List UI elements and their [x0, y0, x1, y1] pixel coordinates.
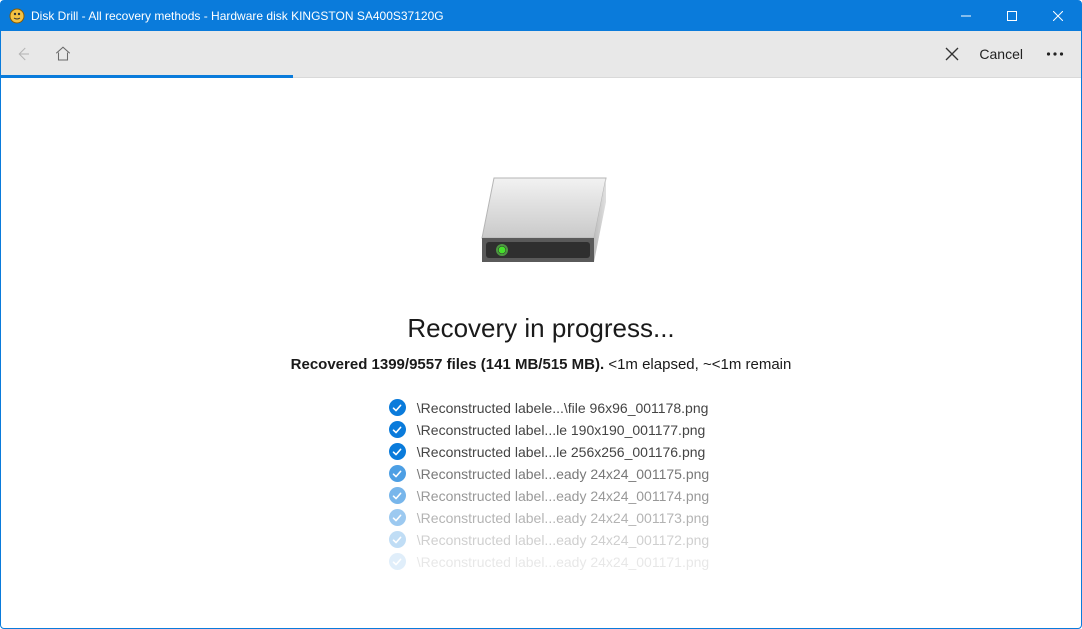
minimize-button[interactable]: [943, 1, 989, 31]
close-window-button[interactable]: [1035, 1, 1081, 31]
file-list: \Reconstructed labele...\file 96x96_0011…: [389, 399, 709, 570]
file-path: \Reconstructed label...eady 24x24_001173…: [417, 510, 709, 526]
status-bold: Recovered 1399/9557 files (141 MB/515 MB…: [291, 356, 605, 373]
check-icon: [389, 421, 406, 438]
file-row: \Reconstructed label...eady 24x24_001172…: [389, 531, 709, 548]
file-path: \Reconstructed label...eady 24x24_001174…: [417, 488, 709, 504]
file-row: \Reconstructed label...eady 24x24_001174…: [389, 487, 709, 504]
check-icon: [389, 465, 406, 482]
file-row: \Reconstructed label...eady 24x24_001175…: [389, 465, 709, 482]
file-path: \Reconstructed label...eady 24x24_001172…: [417, 532, 709, 548]
file-path: \Reconstructed label...eady 24x24_001171…: [417, 554, 709, 570]
file-path: \Reconstructed label...le 256x256_001176…: [417, 444, 706, 460]
file-row: \Reconstructed label...le 256x256_001176…: [389, 443, 706, 460]
check-icon: [389, 531, 406, 548]
toolbar: Cancel: [1, 31, 1081, 78]
cancel-label: Cancel: [979, 46, 1023, 62]
status-line: Recovered 1399/9557 files (141 MB/515 MB…: [291, 356, 792, 373]
check-icon: [389, 553, 406, 570]
titlebar: Disk Drill - All recovery methods - Hard…: [1, 1, 1081, 31]
page-title: Recovery in progress...: [407, 313, 674, 344]
file-path: \Reconstructed label...eady 24x24_001175…: [417, 466, 709, 482]
cancel-button[interactable]: Cancel: [935, 46, 1037, 62]
status-rest: <1m elapsed, ~<1m remain: [604, 356, 791, 373]
file-row: \Reconstructed label...eady 24x24_001171…: [389, 553, 709, 570]
file-path: \Reconstructed labele...\file 96x96_0011…: [417, 400, 709, 416]
progress-indicator: [1, 75, 293, 78]
close-icon: [935, 47, 969, 61]
window-controls: [943, 1, 1081, 31]
file-row: \Reconstructed label...eady 24x24_001173…: [389, 509, 709, 526]
file-row: \Reconstructed labele...\file 96x96_0011…: [389, 399, 709, 416]
main-content: Recovery in progress... Recovered 1399/9…: [1, 78, 1081, 628]
check-icon: [389, 399, 406, 416]
window-title: Disk Drill - All recovery methods - Hard…: [31, 9, 444, 23]
check-icon: [389, 487, 406, 504]
back-button[interactable]: [3, 34, 43, 74]
file-row: \Reconstructed label...le 190x190_001177…: [389, 421, 706, 438]
maximize-button[interactable]: [989, 1, 1035, 31]
check-icon: [389, 443, 406, 460]
app-icon: [9, 8, 25, 24]
more-button[interactable]: [1037, 34, 1073, 74]
home-button[interactable]: [43, 34, 83, 74]
check-icon: [389, 509, 406, 526]
disk-drive-icon: [456, 168, 626, 283]
file-path: \Reconstructed label...le 190x190_001177…: [417, 422, 706, 438]
